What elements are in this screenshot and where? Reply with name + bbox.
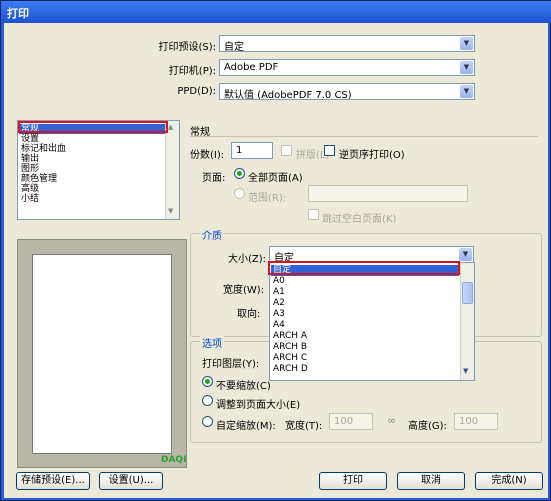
chevron-down-icon: ▼ bbox=[460, 61, 473, 74]
size-option[interactable]: A1 bbox=[271, 287, 459, 298]
scale-width-label: 宽度(T): bbox=[285, 421, 323, 432]
sidebar-item-setup[interactable]: 设置 bbox=[19, 134, 165, 144]
skip-blank-checkbox[interactable] bbox=[308, 209, 319, 220]
custom-scale-label: 自定缩放(M): bbox=[216, 421, 276, 432]
size-dropdown-list[interactable]: 自定 A0 A1 A2 A3 A4 ARCH A ARCH B ARCH C A… bbox=[269, 262, 475, 381]
ppd-value: 默认值 (AdobePDF 7.0 CS) bbox=[224, 90, 352, 100]
preview-panel: DAQI bbox=[17, 239, 187, 468]
preset-select[interactable]: 自定 ▼ bbox=[219, 35, 475, 52]
fit-page-label: 调整到页面大小(E) bbox=[216, 400, 301, 411]
copies-input[interactable]: 1 bbox=[231, 142, 273, 159]
category-scrollbar[interactable]: ▲ ▼ bbox=[165, 121, 179, 219]
sidebar-item-advanced[interactable]: 高级 bbox=[19, 184, 165, 194]
window-title: 打印 bbox=[7, 7, 29, 20]
ppd-select[interactable]: 默认值 (AdobePDF 7.0 CS) ▼ bbox=[219, 83, 475, 100]
save-preset-button[interactable]: 存储预设(E)... bbox=[16, 472, 90, 490]
size-label: 大小(Z): bbox=[228, 254, 267, 265]
fit-page-radio[interactable] bbox=[202, 395, 213, 406]
size-option[interactable]: A3 bbox=[271, 309, 459, 320]
size-option[interactable]: ARCH B bbox=[271, 342, 459, 353]
size-scrollbar[interactable]: ▼ bbox=[460, 263, 474, 380]
media-group-label: 介质 bbox=[200, 227, 224, 242]
selection-highlight-outline bbox=[18, 121, 168, 133]
scroll-down-icon[interactable]: ▼ bbox=[463, 367, 468, 375]
range-input[interactable] bbox=[308, 185, 468, 202]
category-items: 常规 设置 标记和出血 输出 图形 颜色管理 高级 小结 bbox=[19, 124, 165, 204]
heading-divider bbox=[190, 136, 538, 137]
printer-value: Adobe PDF bbox=[224, 62, 279, 73]
scroll-down-icon[interactable]: ▼ bbox=[168, 207, 173, 215]
no-scale-label: 不要缩放(C) bbox=[216, 381, 271, 392]
chevron-down-icon: ▼ bbox=[460, 37, 473, 50]
all-pages-label: 全部页面(A) bbox=[248, 173, 303, 184]
size-selection-outline bbox=[268, 261, 460, 275]
range-label: 范围(R): bbox=[248, 193, 287, 204]
chevron-down-icon: ▼ bbox=[460, 85, 473, 98]
preview-page bbox=[32, 254, 172, 454]
options-group-label: 选项 bbox=[200, 335, 224, 350]
scale-height-input[interactable]: 100 bbox=[454, 413, 498, 430]
skip-blank-label: 跳过空白页面(K) bbox=[322, 214, 397, 225]
width-label: 宽度(W): bbox=[223, 285, 265, 296]
link-chain-icon[interactable]: ∞ bbox=[387, 414, 396, 427]
reverse-order-label: 逆页序打印(O) bbox=[339, 150, 405, 161]
printer-label: 打印机(P): bbox=[168, 66, 216, 77]
category-list[interactable]: 常规 设置 标记和出血 输出 图形 颜色管理 高级 小结 ▲ ▼ bbox=[17, 120, 180, 220]
no-scale-radio[interactable] bbox=[202, 376, 213, 387]
title-bar[interactable]: 打印 bbox=[1, 1, 551, 23]
preset-value: 自定 bbox=[224, 42, 244, 52]
printer-select[interactable]: Adobe PDF ▼ bbox=[219, 59, 475, 76]
ppd-label: PPD(D): bbox=[177, 86, 216, 97]
scale-height-label: 高度(G): bbox=[408, 421, 447, 432]
all-pages-radio[interactable] bbox=[234, 168, 245, 179]
dialog-body: 打印预设(S): 自定 ▼ 打印机(P): Adobe PDF ▼ PPD(D)… bbox=[4, 23, 548, 498]
cancel-button[interactable]: 取消 bbox=[397, 472, 465, 490]
size-option[interactable]: ARCH C bbox=[271, 353, 459, 364]
sidebar-item-output[interactable]: 输出 bbox=[19, 154, 165, 164]
layers-label: 打印图层(Y): bbox=[202, 359, 260, 370]
sidebar-item-summary[interactable]: 小结 bbox=[19, 194, 165, 204]
copies-label: 份数(I): bbox=[190, 150, 225, 161]
setup-button[interactable]: 设置(U)... bbox=[99, 472, 163, 490]
print-button[interactable]: 打印 bbox=[319, 472, 387, 490]
size-option[interactable]: ARCH D bbox=[271, 364, 459, 375]
custom-scale-radio[interactable] bbox=[202, 416, 213, 427]
size-option[interactable]: A2 bbox=[271, 298, 459, 309]
scroll-up-icon[interactable]: ▲ bbox=[168, 123, 173, 131]
scale-width-input[interactable]: 100 bbox=[329, 413, 373, 430]
done-button[interactable]: 完成(N) bbox=[475, 472, 543, 490]
size-option[interactable]: ARCH A bbox=[271, 331, 459, 342]
preset-label: 打印预设(S): bbox=[158, 42, 216, 53]
size-option[interactable]: A4 bbox=[271, 320, 459, 331]
size-option[interactable]: A0 bbox=[271, 276, 459, 287]
range-radio[interactable] bbox=[234, 188, 245, 199]
collate-checkbox[interactable] bbox=[281, 145, 292, 156]
sidebar-item-graphics[interactable]: 图形 bbox=[19, 164, 165, 174]
pages-label: 页面: bbox=[202, 173, 226, 184]
sidebar-item-color-management[interactable]: 颜色管理 bbox=[19, 174, 165, 184]
orientation-label: 取向: bbox=[237, 309, 261, 320]
scroll-thumb[interactable] bbox=[462, 282, 473, 304]
reverse-order-checkbox[interactable] bbox=[324, 145, 335, 156]
chevron-down-icon: ▼ bbox=[459, 248, 472, 261]
watermark: DAQI bbox=[161, 455, 187, 465]
size-options: 自定 A0 A1 A2 A3 A4 ARCH A ARCH B ARCH C A… bbox=[271, 265, 459, 375]
sidebar-item-marks-bleed[interactable]: 标记和出血 bbox=[19, 144, 165, 154]
print-dialog: 打印 打印预设(S): 自定 ▼ 打印机(P): Adobe PDF ▼ PPD… bbox=[0, 0, 551, 501]
